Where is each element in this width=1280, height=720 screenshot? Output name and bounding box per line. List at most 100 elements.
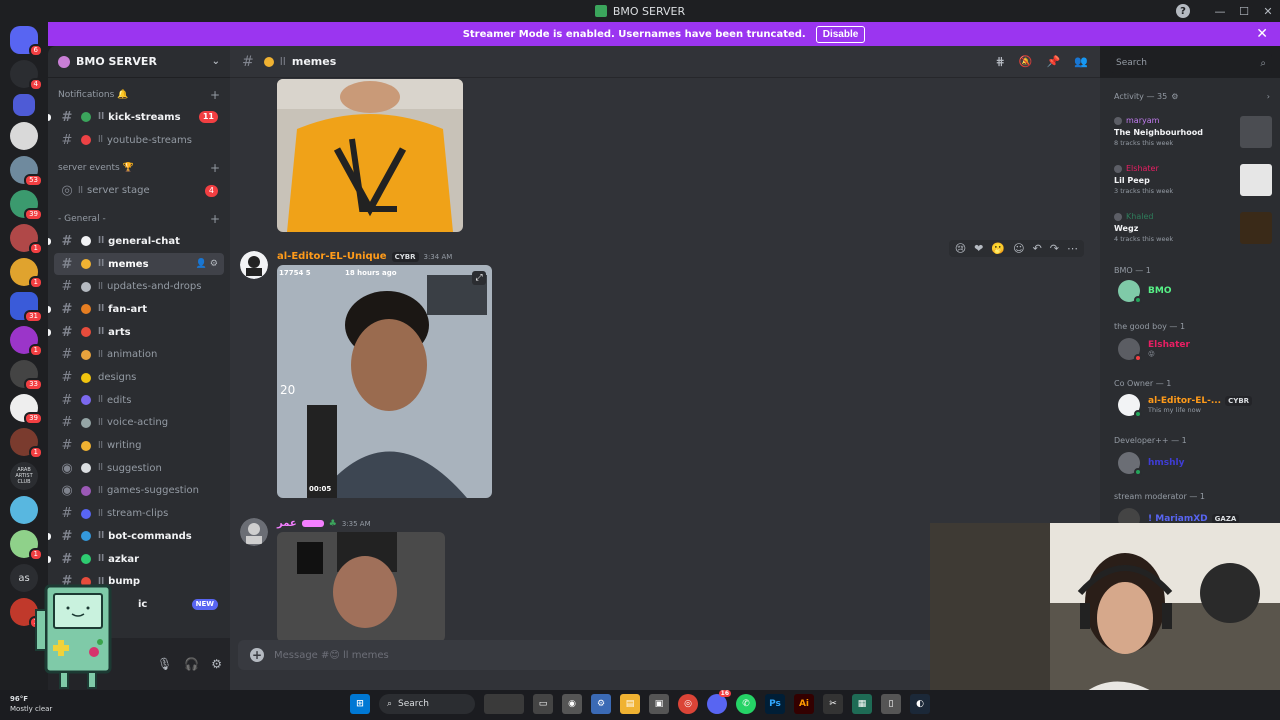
reply-icon[interactable]: ↶: [1033, 242, 1042, 255]
channel-games-suggestion[interactable]: ◉ ll games-suggestion: [54, 480, 224, 503]
chrome-icon[interactable]: ◎: [678, 694, 698, 714]
category-notifications[interactable]: Notifications 🔔 +: [48, 84, 230, 106]
category-general[interactable]: - General - +: [48, 208, 230, 230]
avatar[interactable]: [240, 251, 268, 279]
maximize-button[interactable]: ☐: [1232, 0, 1256, 22]
capcut-icon[interactable]: ✂: [823, 694, 843, 714]
direct-messages-icon[interactable]: 6: [10, 26, 43, 57]
server-header[interactable]: BMO SERVER ⌄: [48, 46, 230, 78]
channel-server-stage[interactable]: ◎ ll server stage 4: [54, 179, 224, 202]
minimize-button[interactable]: —: [1208, 0, 1232, 22]
disable-streamer-mode-button[interactable]: Disable: [815, 25, 866, 43]
camera-app-icon[interactable]: ◉: [562, 694, 582, 714]
gear-icon[interactable]: ⚙: [1171, 92, 1178, 101]
server-icon[interactable]: 39: [10, 394, 43, 425]
notepad-icon[interactable]: ▯: [881, 694, 901, 714]
message-composer[interactable]: + Message #😊 ll memes: [238, 640, 938, 670]
server-icon[interactable]: [10, 496, 38, 524]
server-icon[interactable]: 1: [10, 428, 43, 459]
settings-app-icon[interactable]: ⚙: [591, 694, 611, 714]
chevron-down-icon[interactable]: ⌄: [212, 56, 220, 67]
channel-azkar[interactable]: # ll azkar: [48, 548, 224, 571]
server-icon[interactable]: 39: [10, 190, 43, 221]
channel-fan-art[interactable]: # ll fan-art: [48, 298, 224, 321]
member-item[interactable]: BMO: [1118, 280, 1171, 304]
category-server-events[interactable]: server events 🏆 +: [48, 157, 230, 179]
eye-server-icon[interactable]: [10, 122, 38, 150]
channel-voice-acting[interactable]: # ll voice-acting: [54, 412, 224, 435]
search-input[interactable]: Search ⌕: [1110, 53, 1272, 73]
taskbar-search[interactable]: ⌕ Search: [379, 694, 475, 714]
server-icon[interactable]: 1: [10, 258, 43, 289]
channel-bot-commands[interactable]: # ll bot-commands: [48, 525, 224, 548]
channel-suggestion[interactable]: ◉ ll suggestion: [54, 457, 224, 480]
crying-face-reaction-icon[interactable]: 😢: [955, 242, 966, 255]
microphone-icon[interactable]: 🎙: [157, 657, 172, 671]
app-icon[interactable]: ▦: [852, 694, 872, 714]
add-channel-icon[interactable]: +: [210, 161, 220, 175]
channel-memes[interactable]: # ll memes 👤 ⚙: [54, 252, 224, 276]
channel-designs[interactable]: # designs: [54, 366, 224, 389]
pin-icon[interactable]: 📌: [1047, 55, 1061, 68]
channel-kick-streams[interactable]: # ll kick-streams 11: [48, 106, 224, 129]
server-icon[interactable]: 1: [10, 530, 43, 561]
expand-media-icon[interactable]: ⤢: [472, 271, 486, 285]
add-reaction-icon[interactable]: ☺: [1013, 242, 1024, 255]
channel-stream-clips[interactable]: # ll stream-clips: [54, 502, 224, 525]
server-icon[interactable]: 31: [10, 292, 43, 323]
server-icon[interactable]: 1: [10, 224, 43, 255]
headphones-icon[interactable]: 🎧: [184, 657, 199, 671]
channel-writing[interactable]: # ll writing: [54, 434, 224, 457]
member-item[interactable]: Elshater 😝: [1118, 338, 1190, 362]
server-icon[interactable]: 53: [10, 156, 43, 187]
forward-icon[interactable]: ↷: [1050, 242, 1059, 255]
message-image-shirt[interactable]: [277, 79, 463, 232]
add-attachment-icon[interactable]: +: [250, 648, 264, 662]
server-icon[interactable]: [13, 94, 35, 116]
widgets-icon[interactable]: [484, 694, 524, 714]
message-image-man[interactable]: [277, 532, 445, 642]
channel-arts[interactable]: # ll arts: [48, 321, 224, 344]
illustrator-icon[interactable]: Ai: [794, 694, 814, 714]
photoshop-icon[interactable]: Ps: [765, 694, 785, 714]
channel-settings-icon[interactable]: 👤 ⚙: [196, 259, 218, 269]
store-app-icon[interactable]: ▣: [649, 694, 669, 714]
channel-edits[interactable]: # ll edits: [54, 389, 224, 412]
threads-icon[interactable]: ⋕: [996, 55, 1005, 68]
member-item[interactable]: hmshly: [1118, 452, 1185, 476]
user-settings-gear-icon[interactable]: ⚙: [211, 657, 222, 671]
add-channel-icon[interactable]: +: [210, 88, 220, 102]
face-reaction-icon[interactable]: 🫢: [991, 242, 1005, 255]
close-banner-icon[interactable]: ✕: [1256, 26, 1268, 42]
activity-item[interactable]: Khaled Wegz 4 tracks this week: [1114, 212, 1272, 252]
notifications-icon[interactable]: 4: [10, 60, 43, 91]
heart-reaction-icon[interactable]: ❤: [974, 242, 983, 255]
arab-artist-club-server[interactable]: ARAB ARTIST CLUB: [10, 462, 38, 490]
author-name[interactable]: عمر: [277, 518, 297, 529]
server-icon[interactable]: 33: [10, 360, 43, 391]
steam-icon[interactable]: ◐: [910, 694, 930, 714]
file-explorer-icon[interactable]: ▤: [620, 694, 640, 714]
member-list-icon[interactable]: 👥: [1074, 55, 1088, 68]
close-window-button[interactable]: ✕: [1256, 0, 1280, 22]
member-item[interactable]: al-Editor-EL-... CYBR This my life now: [1118, 394, 1253, 418]
channel-youtube-streams[interactable]: # ll youtube-streams: [54, 129, 224, 152]
channel-animation[interactable]: # ll animation: [54, 344, 224, 367]
channel-updates-and-drops[interactable]: # ll updates-and-drops: [54, 275, 224, 298]
discord-icon[interactable]: 16: [707, 690, 731, 714]
message-video[interactable]: 17754 5 18 hours ago 20 00:05 ⤢: [277, 265, 492, 498]
add-channel-icon[interactable]: +: [210, 212, 220, 226]
whatsapp-icon[interactable]: ✆: [736, 694, 756, 714]
activity-item[interactable]: Elshater Lil Peep 3 tracks this week: [1114, 164, 1272, 204]
avatar[interactable]: [240, 518, 268, 546]
channel-general-chat[interactable]: # ll general-chat: [48, 230, 224, 253]
activity-item[interactable]: maryam The Neighbourhood 8 tracks this w…: [1114, 116, 1272, 156]
help-icon[interactable]: ?: [1176, 4, 1190, 18]
weather-widget[interactable]: 96°F Mostly clear: [10, 694, 52, 714]
server-icon[interactable]: 1: [10, 326, 43, 357]
task-view-icon[interactable]: ▭: [533, 694, 553, 714]
mute-notifications-icon[interactable]: 🔕: [1019, 55, 1033, 68]
more-options-icon[interactable]: ⋯: [1067, 242, 1078, 255]
chevron-right-icon[interactable]: ›: [1267, 92, 1270, 101]
message-input-placeholder[interactable]: Message #😊 ll memes: [274, 650, 389, 661]
